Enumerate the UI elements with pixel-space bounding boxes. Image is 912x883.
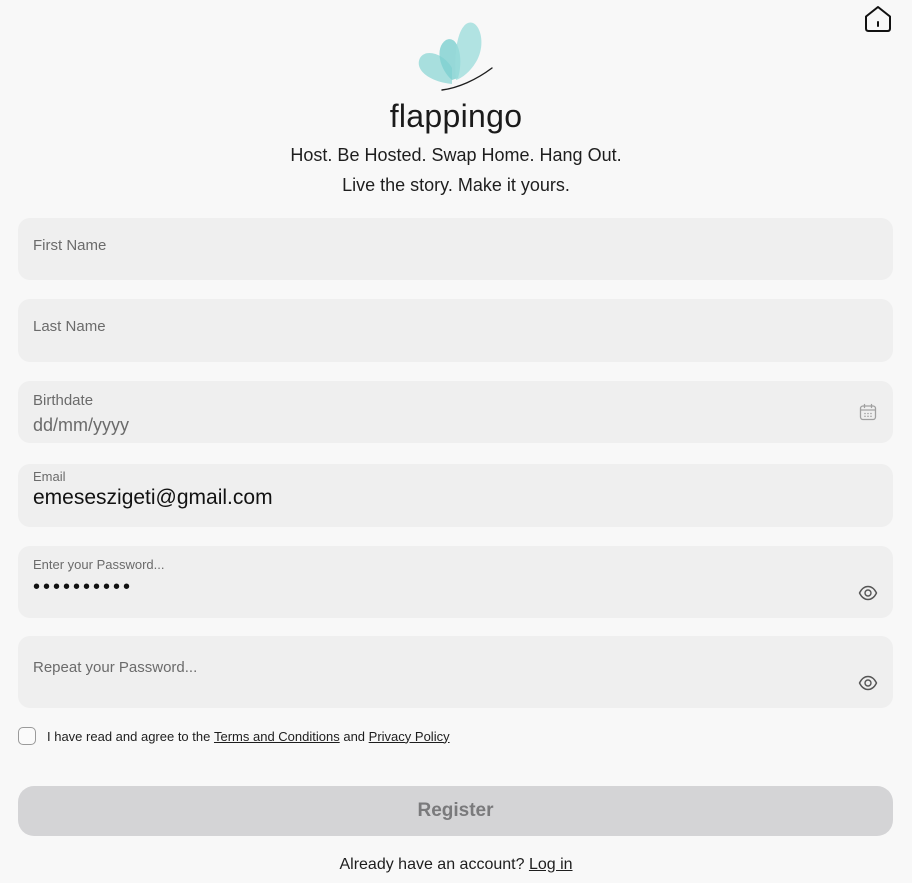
- home-button[interactable]: [863, 4, 893, 34]
- eye-icon[interactable]: [858, 583, 878, 603]
- terms-prefix: I have read and agree to the: [47, 728, 211, 744]
- birthdate-placeholder: dd/mm/yyyy: [33, 415, 130, 435]
- login-link[interactable]: Log in: [529, 856, 573, 873]
- repeat-password-label: Repeat your Password...: [33, 659, 198, 676]
- brand-logo: [410, 18, 500, 94]
- email-value: emeseszigeti@gmail.com: [33, 486, 273, 509]
- terms-checkbox[interactable]: [18, 727, 36, 745]
- repeat-password-field[interactable]: Repeat your Password...: [18, 636, 893, 708]
- terms-conjunction: and: [343, 728, 366, 744]
- email-field[interactable]: Email emeseszigeti@gmail.com: [18, 464, 893, 527]
- home-icon: [865, 6, 891, 32]
- password-field[interactable]: Enter your Password... ••••••••••: [18, 546, 893, 618]
- email-label: Email: [33, 469, 66, 484]
- register-page: flappingo Host. Be Hosted. Swap Home. Ha…: [0, 0, 912, 883]
- privacy-policy-link[interactable]: Privacy Policy: [369, 729, 450, 744]
- first-name-label: First Name: [33, 237, 107, 254]
- first-name-field[interactable]: First Name: [18, 218, 893, 280]
- register-button[interactable]: Register: [18, 786, 893, 836]
- password-label: Enter your Password...: [33, 557, 165, 572]
- eye-icon[interactable]: [858, 673, 878, 693]
- last-name-label: Last Name: [33, 318, 106, 335]
- tagline-line-2: Live the story. Make it yours.: [342, 175, 570, 195]
- login-prompt: Already have an account? Log in: [0, 856, 912, 874]
- calendar-icon[interactable]: [859, 403, 877, 421]
- brand-name: flappingo: [389, 98, 523, 134]
- tagline-line-1: Host. Be Hosted. Swap Home. Hang Out.: [290, 145, 622, 165]
- terms-and-conditions-link[interactable]: Terms and Conditions: [214, 729, 340, 744]
- password-value: ••••••••••: [33, 576, 134, 598]
- birthdate-field[interactable]: Birthdate dd/mm/yyyy: [18, 381, 893, 443]
- login-prompt-text: Already have an account?: [339, 856, 525, 873]
- last-name-field[interactable]: Last Name: [18, 299, 893, 362]
- terms-row: I have read and agree to the Terms and C…: [18, 726, 450, 746]
- butterfly-logo-icon: [418, 22, 493, 91]
- birthdate-label: Birthdate: [33, 392, 94, 409]
